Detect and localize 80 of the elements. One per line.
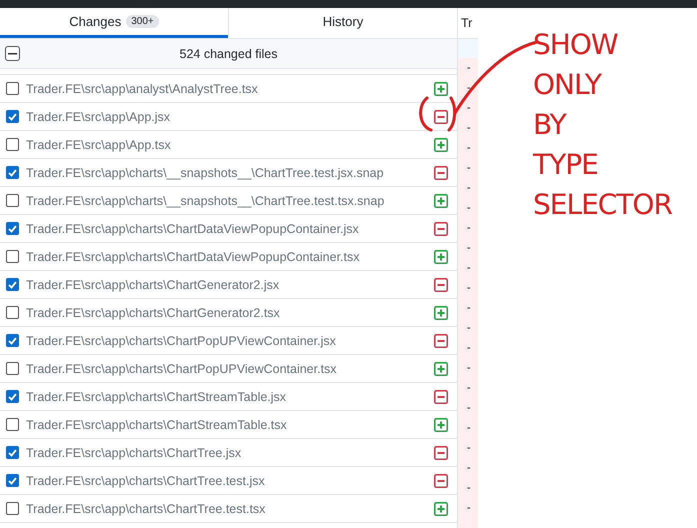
checkbox[interactable] xyxy=(6,278,19,291)
file-path: Trader.FE\src\app\charts\ChartDataViewPopupContainer.tsx xyxy=(26,250,360,264)
file-path: Trader.FE\src\app\charts\ChartTree.jsx xyxy=(26,446,242,460)
file-row[interactable]: Trader.FE\src\app\charts\ChartTree.jsx xyxy=(0,439,457,467)
deleted-line-marker: - xyxy=(466,101,472,116)
file-path: Trader.FE\src\app\charts\ChartPopUPViewContainer.tsx xyxy=(26,362,338,376)
deleted-line-marker: - xyxy=(466,201,472,216)
checkbox[interactable] xyxy=(6,82,19,95)
file-row[interactable]: Trader.FE\src\app\charts\__snapshots__\ChartTree.test.tsx.snap xyxy=(0,187,457,215)
file-row[interactable]: Trader.FE\src\app\charts\ChartTree.test.jsx xyxy=(0,467,457,495)
deleted-line-marker: - xyxy=(466,221,472,236)
checkbox[interactable] xyxy=(6,306,19,319)
select-all-checkbox[interactable] xyxy=(5,46,20,61)
checkbox[interactable] xyxy=(6,334,19,347)
file-row[interactable]: Trader.FE\src\app\App.jsx xyxy=(0,103,457,131)
file-path: Trader.FE\src\app\charts\ChartTree.test.jsx xyxy=(26,474,266,488)
deleted-line-marker: - xyxy=(466,361,472,376)
file-path: Trader.FE\src\app\charts\__snapshots__\ChartTree.test.tsx.snap xyxy=(26,194,386,208)
file-path: Trader.FE\src\app\charts\ChartPopUPViewContainer.jsx xyxy=(26,334,337,348)
handwritten-note: TYPE xyxy=(533,150,599,180)
deleted-line-marker: - xyxy=(466,61,472,76)
file-row[interactable]: Trader.FE\src\app\charts\__snapshots__\ChartTree.test.jsx.snap xyxy=(0,159,457,187)
file-row[interactable]: Trader.FE\src\app\charts\ChartTree.test.tsx xyxy=(0,495,457,523)
file-path: Trader.FE\src\app\App.jsx xyxy=(26,110,172,124)
checkbox[interactable] xyxy=(6,502,19,515)
file-path: Trader.FE\src\app\charts\ChartStreamTable.jsx xyxy=(26,390,288,404)
file-row[interactable]: Trader.FE\src\app\charts\ChartDataViewPopupContainer.jsx xyxy=(0,215,457,243)
handwritten-note: SHOW xyxy=(533,30,619,60)
changed-files-count: 524 changed files xyxy=(178,46,278,60)
file-row[interactable]: Trader.FE\src\app\charts\ChartGenerator2.tsx xyxy=(0,299,457,327)
file-path: Trader.FE\src\app\charts\__snapshots__\ChartTree.test.jsx.snap xyxy=(26,166,385,180)
file-row[interactable]: Trader.FE\src\app\charts\ChartStreamTable.tsx xyxy=(0,411,457,439)
file-row[interactable]: Trader.FE\src\app\charts\ChartDataViewPopupContainer.tsx xyxy=(0,243,457,271)
checkbox[interactable] xyxy=(6,418,19,431)
deleted-line-marker: - xyxy=(466,481,472,496)
file-row[interactable]: Trader.FE\src\app\App.tsx xyxy=(0,131,457,159)
checkbox[interactable] xyxy=(6,166,19,179)
handwritten-note: ONLY xyxy=(533,70,603,100)
file-path: Trader.FE\src\app\charts\ChartStreamTable.tsx xyxy=(26,418,288,432)
deleted-line-marker: - xyxy=(466,501,472,516)
file-row[interactable]: Trader.FE\src\app\analyst\AnalystTree.tsx xyxy=(0,75,457,103)
checkbox[interactable] xyxy=(6,194,19,207)
deleted-line-marker: - xyxy=(466,161,472,176)
checkbox[interactable] xyxy=(6,222,19,235)
checkbox[interactable] xyxy=(6,110,19,123)
deleted-line-marker: - xyxy=(466,121,472,136)
checkbox[interactable] xyxy=(6,390,19,403)
file-row[interactable]: Trader.FE\src\app\charts\ChartPopUPViewContainer.jsx xyxy=(0,327,457,355)
deleted-line-marker: - xyxy=(466,441,472,456)
deleted-line-marker: - xyxy=(466,461,472,476)
checkbox[interactable] xyxy=(6,446,19,459)
file-path: Trader.FE\src\app\charts\ChartGenerator2.jsx xyxy=(26,278,280,292)
minus-icon xyxy=(8,52,17,54)
deleted-line-marker: - xyxy=(466,261,472,276)
file-row[interactable]: Trader.FE\src\app\charts\ChartGenerator2.jsx xyxy=(0,271,457,299)
deleted-line-marker: - xyxy=(466,401,472,416)
deleted-line-marker: - xyxy=(466,181,472,196)
deleted-line-marker: - xyxy=(466,301,472,316)
deleted-line-marker: - xyxy=(466,281,472,296)
count-badge: 300+ xyxy=(126,15,159,28)
checkbox[interactable] xyxy=(6,250,19,263)
file-row[interactable]: Trader.FE\src\app\charts\ChartStreamTable.jsx xyxy=(0,383,457,411)
handwritten-note: SELECTOR xyxy=(533,190,673,220)
deleted-line-marker: - xyxy=(466,81,472,96)
deleted-line-marker: - xyxy=(466,241,472,256)
deleted-line-marker: - xyxy=(466,421,472,436)
file-path: Trader.FE\src\app\charts\ChartGenerator2.tsx xyxy=(26,306,281,320)
checkbox[interactable] xyxy=(6,362,19,375)
file-path: Trader.FE\src\app\charts\ChartTree.test.tsx xyxy=(26,502,266,516)
checkbox[interactable] xyxy=(6,138,19,151)
file-path: Trader.FE\src\app\App.tsx xyxy=(26,138,172,152)
file-path: Trader.FE\src\app\charts\ChartDataViewPopupContainer.jsx xyxy=(26,222,360,236)
handwritten-note: BY xyxy=(533,110,568,140)
deleted-line-marker: - xyxy=(466,381,472,396)
deleted-line-marker: - xyxy=(466,341,472,356)
checkbox[interactable] xyxy=(6,474,19,487)
deleted-line-marker: - xyxy=(466,321,472,336)
deleted-line-marker: - xyxy=(466,141,472,156)
file-path: Trader.FE\src\app\analyst\AnalystTree.tsx xyxy=(26,82,259,96)
file-row[interactable]: Trader.FE\src\app\charts\ChartPopUPViewContainer.tsx xyxy=(0,355,457,383)
